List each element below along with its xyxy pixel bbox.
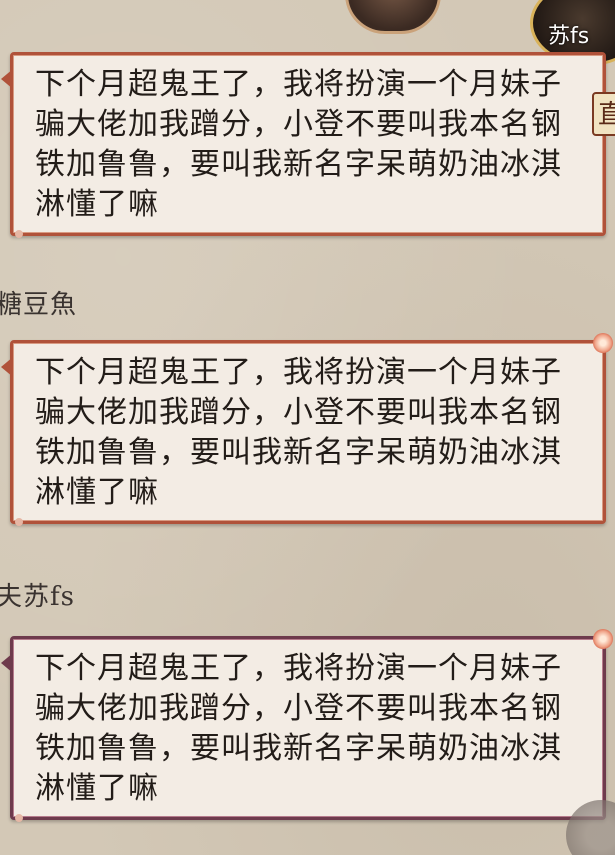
corner-dot-icon <box>15 230 23 238</box>
avatar[interactable] <box>345 0 441 34</box>
chat-bubble[interactable]: 下个月超鬼王了，我将扮演一个月妹子骗大佬加我蹭分，小登不要叫我本名钢铁加鲁鲁，要… <box>1 333 613 526</box>
corner-dot-icon <box>15 814 23 822</box>
message-text: 下个月超鬼王了，我将扮演一个月妹子骗大佬加我蹭分，小登不要叫我本名钢铁加鲁鲁，要… <box>35 651 562 806</box>
message-text: 下个月超鬼王了，我将扮演一个月妹子骗大佬加我蹭分，小登不要叫我本名钢铁加鲁鲁，要… <box>35 355 562 510</box>
sender-name: 糖豆魚 <box>0 290 78 320</box>
message-text: 下个月超鬼王了，我将扮演一个月妹子骗大佬加我蹭分，小登不要叫我本名钢铁加鲁鲁，要… <box>35 67 562 222</box>
chat-bubble[interactable]: 下个月超鬼王了，我将扮演一个月妹子骗大佬加我蹭分，小登不要叫我本名钢铁加鲁鲁，要… <box>1 629 613 822</box>
avatar-name-label: 苏fs <box>548 24 590 49</box>
flower-ornament-icon <box>593 333 613 353</box>
side-badge[interactable]: 直 <box>592 92 615 136</box>
chat-screen: 苏fs 下个月超鬼王了，我将扮演一个月妹子骗大佬加我蹭分，小登不要叫我本名钢铁加… <box>0 0 615 855</box>
corner-dot-icon <box>15 518 23 526</box>
bubble-tail-icon <box>1 653 13 673</box>
chat-bubble[interactable]: 下个月超鬼王了，我将扮演一个月妹子骗大佬加我蹭分，小登不要叫我本名钢铁加鲁鲁，要… <box>1 52 606 238</box>
sender-name: 夫苏fs <box>0 582 75 612</box>
bubble-tail-icon <box>1 357 13 377</box>
bubble-tail-icon <box>1 69 13 89</box>
flower-ornament-icon <box>593 629 613 649</box>
